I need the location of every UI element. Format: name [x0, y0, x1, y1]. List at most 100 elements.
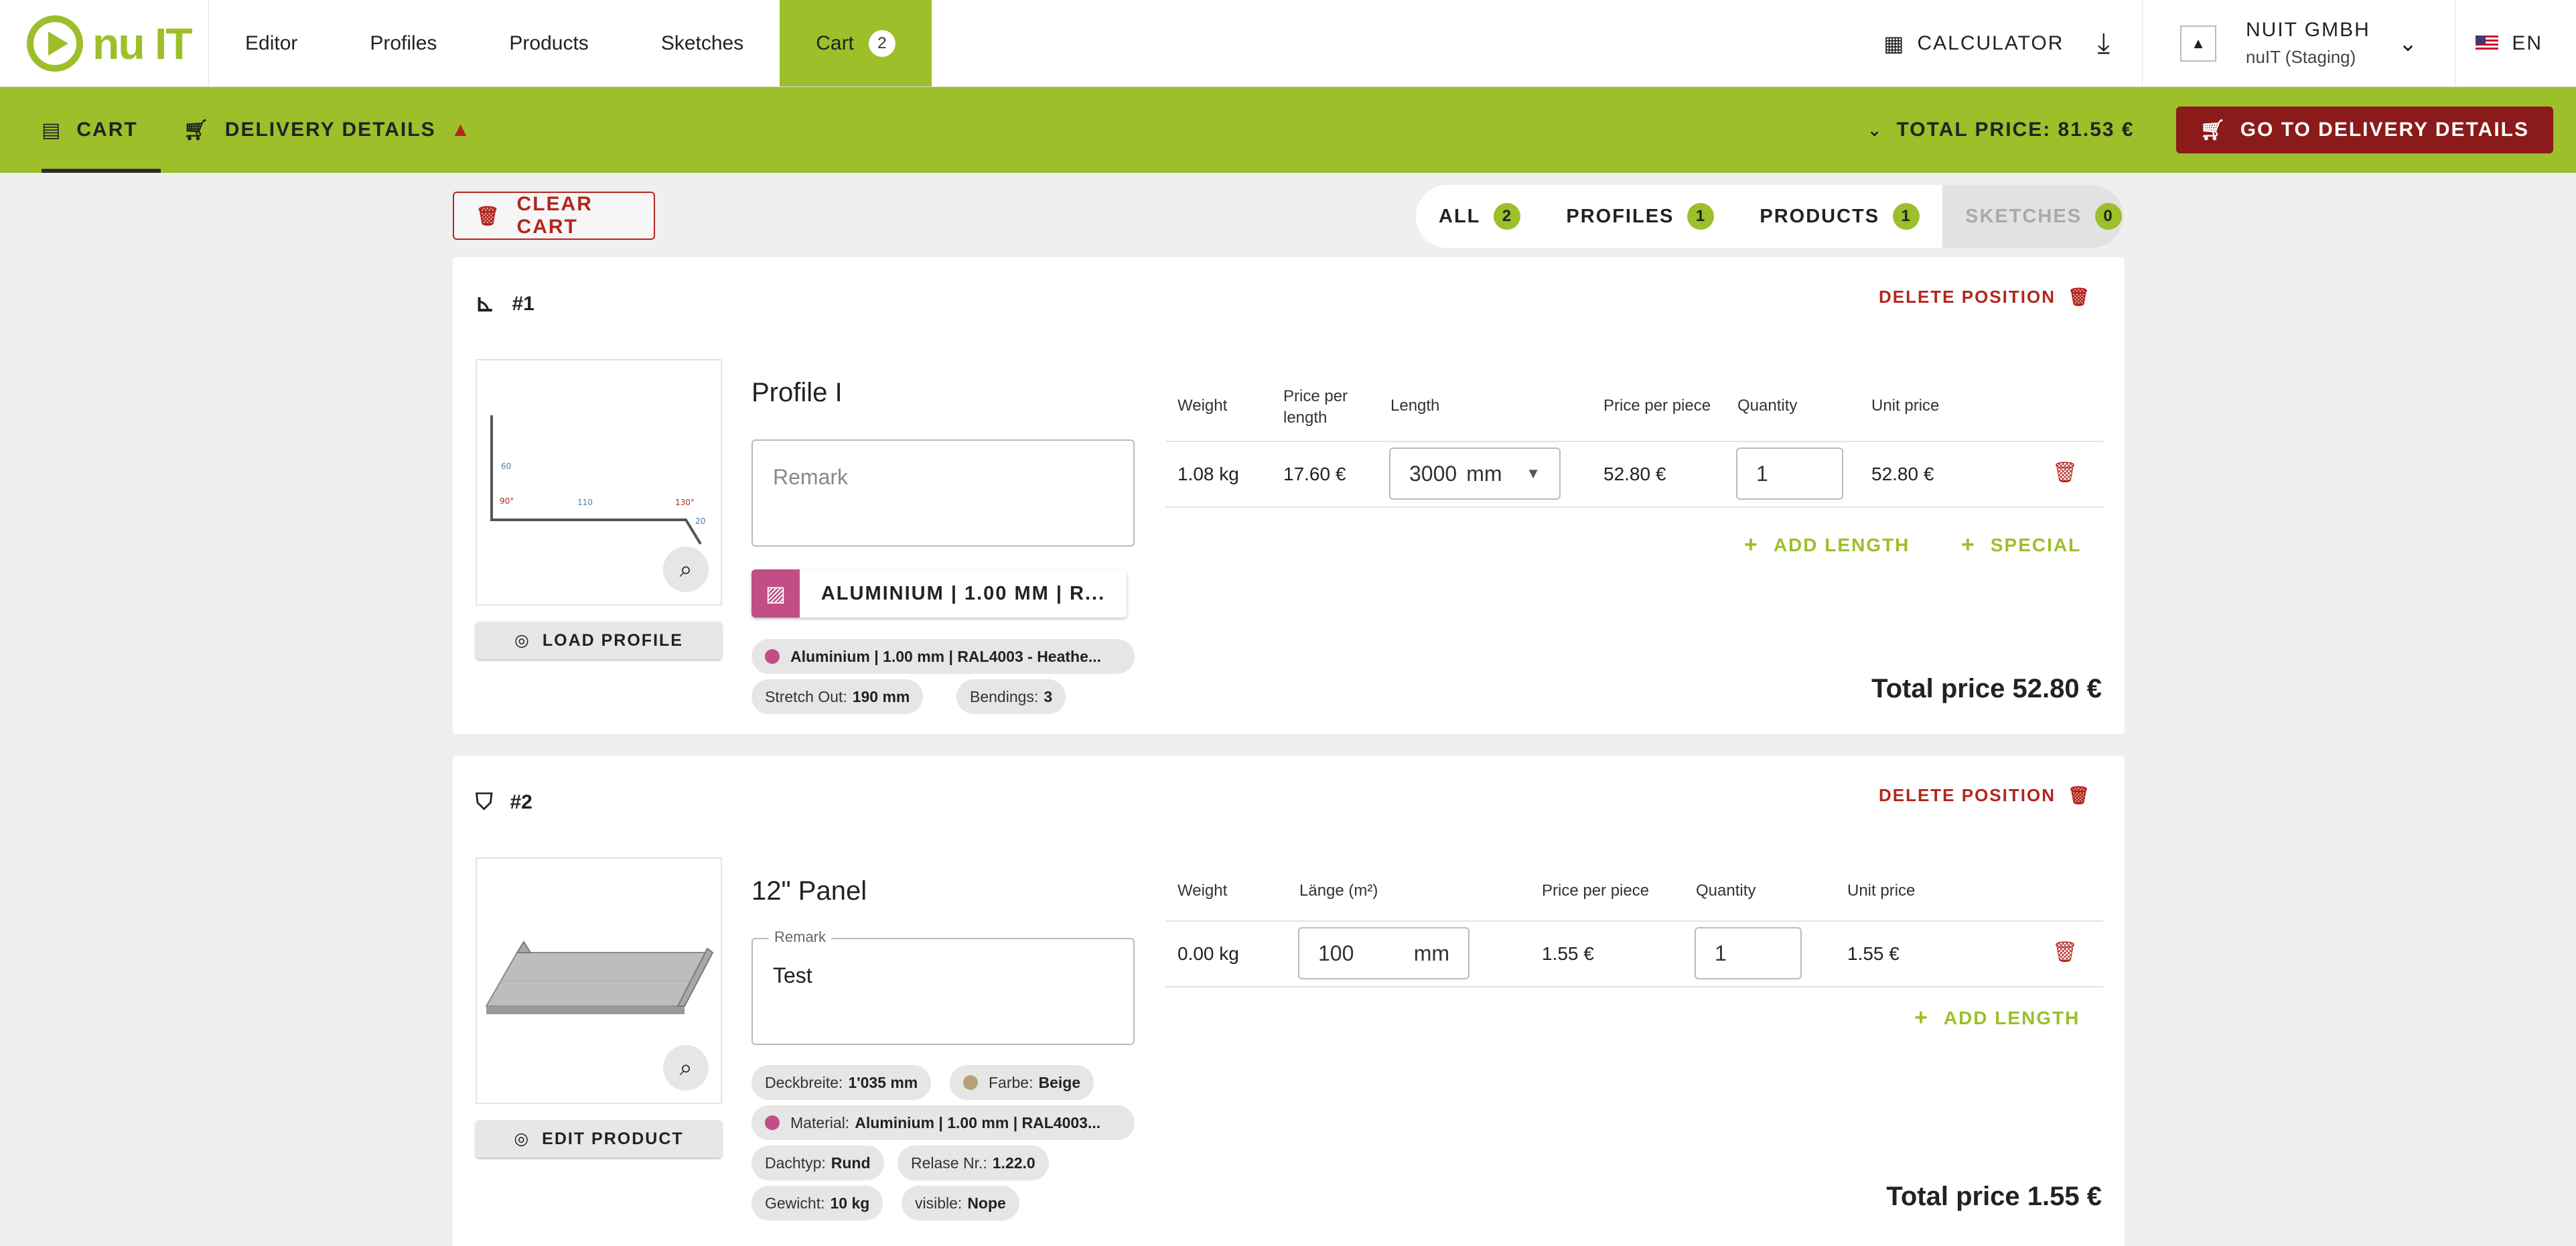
column-header: Price per piece	[1542, 882, 1650, 900]
laenge-value: 100	[1318, 941, 1354, 965]
cart-position-card: ⊾ #1 DELETE POSITION 🗑︎ 60 110 20 90° 13…	[453, 257, 2125, 734]
chip-value: Nope	[967, 1194, 1006, 1212]
go-to-delivery-button[interactable]: 🛒︎ GO TO DELIVERY DETAILS	[2175, 107, 2553, 153]
length-unit: mm	[1466, 461, 1502, 486]
clear-cart-label: CLEAR CART	[516, 193, 593, 238]
filter-products[interactable]: PRODUCTS 1	[1737, 185, 1942, 248]
chip-label: Material:	[790, 1113, 850, 1131]
zoom-in-icon[interactable]: ⌕	[663, 547, 709, 592]
cart-position-card: ⛉ #2 DELETE POSITION 🗑︎ ⌕ ◎ EDIT PRODUCT…	[453, 756, 2125, 1246]
table-row: 1.08 kg 17.60 € 3000 mm ▼ 52.80 € 1 52.8…	[1165, 442, 2103, 506]
trash-icon: 🗑︎	[2067, 287, 2091, 307]
chip-label: Dachtyp:	[765, 1154, 826, 1172]
total-price-label: TOTAL PRICE: 81.53 €	[1896, 119, 2135, 141]
tab-cart-label: CART	[76, 119, 138, 141]
remark-input[interactable]: Remark	[752, 439, 1135, 547]
nav-sketches[interactable]: Sketches	[625, 0, 780, 86]
profile-thumbnail: 60 110 20 90° 130° ⌕	[476, 359, 722, 606]
nav-profiles[interactable]: Profiles	[334, 0, 473, 86]
quantity-input[interactable]: 1	[1695, 927, 1802, 979]
delete-position-button[interactable]: DELETE POSITION 🗑︎	[1879, 785, 2091, 806]
load-profile-label: LOAD PROFILE	[542, 630, 683, 650]
product-thumbnail: ⌕	[476, 857, 722, 1104]
chip-label: Gewicht:	[765, 1194, 825, 1212]
delete-row-icon[interactable]: 🗑︎	[2052, 941, 2078, 964]
column-header: Length	[1390, 397, 1440, 415]
price-per-length-value: 17.60 €	[1283, 464, 1346, 484]
chip-value: Aluminium | 1.00 mm | RAL4003 - Heathe..…	[790, 647, 1102, 665]
divider	[1165, 506, 2103, 508]
play-logo-icon	[27, 15, 83, 72]
position-header: ⊾ #1	[476, 291, 534, 318]
special-button[interactable]: + SPECIAL	[1961, 532, 2081, 558]
add-length-label: ADD LENGTH	[1773, 534, 1910, 555]
add-length-button[interactable]: + ADD LENGTH	[1914, 1005, 2080, 1031]
column-header: Quantity	[1696, 882, 1756, 900]
chip-value: 1.22.0	[992, 1154, 1035, 1172]
material-select-button[interactable]: ▨ ALUMINIUM | 1.00 MM | R...	[752, 569, 1127, 618]
zoom-in-icon[interactable]: ⌕	[663, 1045, 709, 1091]
add-length-button[interactable]: + ADD LENGTH	[1744, 532, 1910, 558]
sketch-angle: 90°	[500, 496, 514, 506]
nav-products[interactable]: Products	[473, 0, 624, 86]
laenge-input[interactable]: 100 mm	[1298, 927, 1470, 979]
company-subtitle: nuIT (Staging)	[2246, 47, 2356, 67]
gewicht-chip: Gewicht: 10 kg	[752, 1186, 883, 1221]
delete-position-label: DELETE POSITION	[1878, 287, 2056, 307]
app-logo[interactable]: nu IT	[0, 0, 209, 86]
price-per-piece-value: 52.80 €	[1603, 464, 1666, 484]
trash-icon: 🗑︎	[2067, 785, 2091, 805]
texture-icon: ▨	[752, 569, 800, 618]
chip-value: 1'035 mm	[848, 1073, 918, 1091]
cart-icon: 🛒︎	[2200, 119, 2227, 141]
column-header: Price per piece	[1603, 397, 1711, 415]
calculator-label: CALCULATOR	[1917, 31, 2064, 54]
position-number: #1	[512, 293, 534, 315]
go-to-delivery-label: GO TO DELIVERY DETAILS	[2240, 119, 2529, 141]
sketch-angle: 130°	[675, 498, 695, 507]
visible-chip: visible: Nope	[902, 1186, 1019, 1221]
remark-input[interactable]: Remark Test	[752, 928, 1135, 1045]
company-name: NUIT GMBH	[2246, 19, 2370, 41]
total-price-toggle[interactable]: ⌄ TOTAL PRICE: 81.53 €	[1867, 119, 2135, 141]
clear-cart-button[interactable]: 🗑︎ CLEAR CART	[453, 192, 655, 240]
count-badge: 2	[1494, 203, 1521, 230]
chip-value: Beige	[1038, 1073, 1081, 1091]
chip-label: visible:	[915, 1194, 962, 1212]
chip-value: 10 kg	[830, 1194, 870, 1212]
filter-sketches[interactable]: SKETCHES 0	[1942, 185, 2123, 248]
weight-value: 0.00 kg	[1177, 943, 1239, 964]
shopping-bag-icon: ⛉	[476, 789, 493, 815]
stretch-out-chip: Stretch Out: 190 mm	[752, 679, 924, 714]
edit-product-button[interactable]: ◎ EDIT PRODUCT	[476, 1120, 722, 1158]
chip-label: Deckbreite:	[765, 1073, 843, 1091]
color-dot	[765, 649, 780, 664]
delete-row-icon[interactable]: 🗑︎	[2052, 461, 2078, 484]
delete-position-label: DELETE POSITION	[1878, 785, 2056, 805]
weight-value: 1.08 kg	[1177, 464, 1239, 484]
dachtyp-chip: Dachtyp: Rund	[752, 1146, 884, 1180]
length-select[interactable]: 3000 mm ▼	[1389, 447, 1561, 500]
relase-chip: Relase Nr.: 1.22.0	[898, 1146, 1049, 1180]
filter-profiles[interactable]: PROFILES 1	[1543, 185, 1737, 248]
calculator-button[interactable]: ▦ CALCULATOR	[1863, 0, 2084, 86]
nav-cart[interactable]: Cart 2	[780, 0, 932, 86]
column-header: Price per length	[1283, 387, 1348, 427]
quantity-input[interactable]: 1	[1736, 447, 1843, 500]
nav-cart-label: Cart	[816, 31, 854, 54]
nav-editor[interactable]: Editor	[209, 0, 334, 86]
chevron-down-icon: ⌄	[2398, 30, 2418, 56]
column-header: Unit price	[1847, 882, 1916, 900]
plus-icon: +	[1961, 532, 1976, 557]
chip-label: Stretch Out:	[765, 687, 847, 705]
filter-all[interactable]: ALL 2	[1416, 185, 1543, 248]
load-profile-button[interactable]: ◎ LOAD PROFILE	[476, 622, 722, 659]
download-icon[interactable]: ⤓	[2084, 0, 2143, 86]
deckbreite-chip: Deckbreite: 1'035 mm	[752, 1065, 932, 1100]
company-switcher[interactable]: ▲ NUIT GMBH nuIT (Staging) ⌄	[2143, 0, 2456, 86]
delete-position-button[interactable]: DELETE POSITION 🗑︎	[1879, 287, 2091, 307]
caret-down-icon: ▼	[1526, 465, 1541, 482]
tab-cart[interactable]: ▤ CART	[19, 87, 161, 173]
tab-delivery-details[interactable]: 🛒︎ DELIVERY DETAILS ▲	[161, 87, 495, 173]
language-selector[interactable]: EN	[2455, 0, 2576, 86]
